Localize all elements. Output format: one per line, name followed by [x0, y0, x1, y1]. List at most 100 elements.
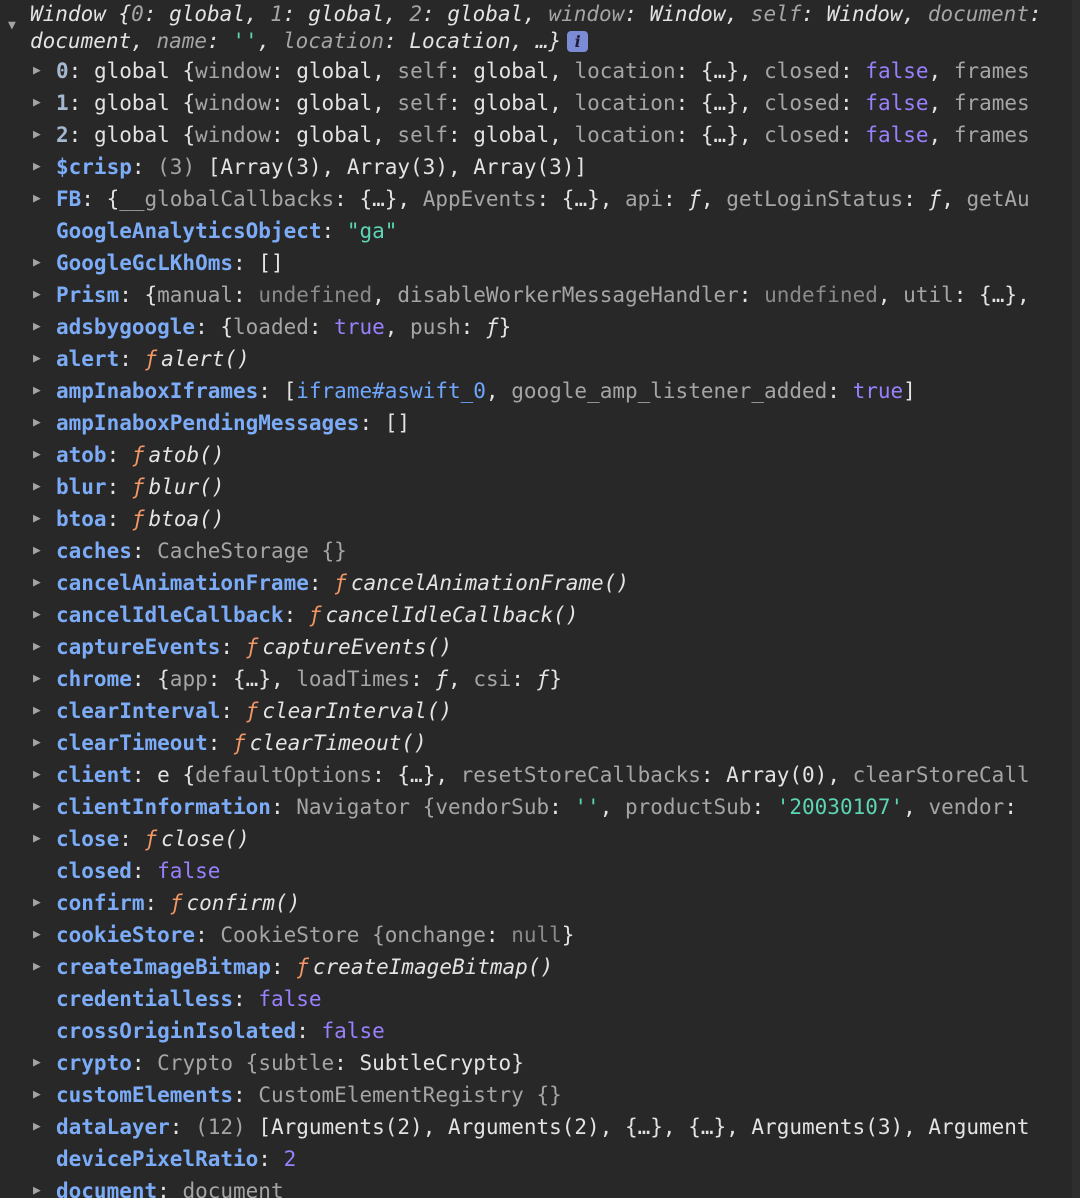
expand-triangle-icon[interactable]: ▶	[33, 55, 41, 87]
property-row-atob[interactable]: ▶ atob: ƒ atob()	[0, 439, 1072, 471]
scrollbar-thumb[interactable]	[1072, 0, 1080, 1198]
property-row-captureevents[interactable]: ▶ captureEvents: ƒ captureEvents()	[0, 631, 1072, 663]
property-row-cookiestore[interactable]: ▶ cookieStore: CookieStore {onchange: nul…	[0, 919, 1072, 951]
property-row-confirm[interactable]: ▶ confirm: ƒ confirm()	[0, 887, 1072, 919]
property-row-1[interactable]: ▶ 1: global {window: global, self: global…	[0, 87, 1072, 119]
property-row-googleanalyticsobject[interactable]: GoogleAnalyticsObject: "ga"	[0, 215, 1072, 247]
preview-value: '20030107'	[776, 795, 904, 819]
expand-triangle-icon[interactable]: ▶	[33, 535, 41, 567]
property-row-clientinformation[interactable]: ▶ clientInformation: Navigator {vendorSub…	[0, 791, 1072, 823]
preview-value: {…}	[359, 187, 398, 211]
expand-triangle-icon[interactable]: ▶	[33, 791, 41, 823]
preview-key: google_amp_listener_added	[511, 379, 828, 403]
expand-triangle-icon[interactable]: ▶	[33, 567, 41, 599]
preview-key: disableWorkerMessageHandler	[397, 283, 739, 307]
expand-triangle-icon[interactable]: ▶	[33, 823, 41, 855]
property-row-close[interactable]: ▶ close: ƒ close()	[0, 823, 1072, 855]
vertical-scrollbar[interactable]	[1072, 0, 1080, 1198]
property-row-devicepixelratio[interactable]: devicePixelRatio: 2	[0, 1143, 1072, 1175]
property-row-closed[interactable]: closed: false	[0, 855, 1072, 887]
property-row-googlegclkhoms[interactable]: ▶ GoogleGcLKhOms: []	[0, 247, 1072, 279]
property-key: customElements	[56, 1083, 234, 1107]
property-row-cleartimeout[interactable]: ▶ clearTimeout: ƒ clearTimeout()	[0, 727, 1072, 759]
expand-triangle-icon[interactable]: ▶	[33, 439, 41, 471]
expand-triangle-icon[interactable]: ▶	[33, 919, 41, 951]
expand-triangle-icon[interactable]: ▶	[33, 87, 41, 119]
header-value-location: Location	[409, 29, 511, 53]
property-row-chrome[interactable]: ▶ chrome: {app: {…}, loadTimes: ƒ, csi: ƒ…	[0, 663, 1072, 695]
property-row-prism[interactable]: ▶ Prism: {manual: undefined, disableWorke…	[0, 279, 1072, 311]
expand-triangle-icon[interactable]: ▶	[33, 183, 41, 215]
function-icon: ƒ	[245, 635, 259, 659]
property-row-createimagebitmap[interactable]: ▶ createImageBitmap: ƒ createImageBitmap()	[0, 951, 1072, 983]
preview-value: global	[473, 91, 550, 115]
expand-triangle-icon[interactable]: ▶	[33, 247, 41, 279]
expand-triangle-icon[interactable]: ▶	[33, 279, 41, 311]
property-row-clearinterval[interactable]: ▶ clearInterval: ƒ clearInterval()	[0, 695, 1072, 727]
expand-triangle-icon[interactable]: ▶	[33, 375, 41, 407]
property-row-2[interactable]: ▶ 2: global {window: global, self: global…	[0, 119, 1072, 151]
expand-triangle-icon[interactable]: ▶	[33, 1047, 41, 1079]
expand-triangle-icon[interactable]: ▶	[33, 151, 41, 183]
expand-triangle-icon[interactable]: ▶	[33, 503, 41, 535]
property-value: false	[157, 859, 221, 883]
property-key: blur	[56, 475, 107, 499]
expand-triangle-icon[interactable]: ▶	[33, 343, 41, 375]
preview-key: loaded	[233, 315, 309, 339]
property-row-blur[interactable]: ▶ blur: ƒ blur()	[0, 471, 1072, 503]
preview-key: frames	[953, 123, 1030, 147]
property-row-btoa[interactable]: ▶ btoa: ƒ btoa()	[0, 503, 1072, 535]
property-row-datalayer[interactable]: ▶ dataLayer: (12) [Arguments(2), Argument…	[0, 1111, 1072, 1143]
expand-triangle-icon[interactable]: ▶	[33, 695, 41, 727]
expand-triangle-icon[interactable]: ▶	[33, 471, 41, 503]
expand-triangle-icon[interactable]: ▶	[33, 407, 41, 439]
expand-triangle-icon[interactable]: ▶	[33, 119, 41, 151]
expand-triangle-icon[interactable]: ▶	[33, 631, 41, 663]
property-key: 0	[56, 59, 69, 83]
property-key: clearInterval	[56, 699, 221, 723]
preview-value: SubtleCrypto	[359, 1051, 512, 1075]
property-row-crypto[interactable]: ▶ crypto: Crypto {subtle: SubtleCrypto}	[0, 1047, 1072, 1079]
expand-triangle-icon[interactable]: ▶	[33, 1079, 41, 1111]
expand-triangle-icon[interactable]: ▶	[33, 951, 41, 983]
preview-value: null	[511, 923, 562, 947]
property-row-ampinaboxpendingmessages[interactable]: ▶ ampInaboxPendingMessages: []	[0, 407, 1072, 439]
property-row-adsbygoogle[interactable]: ▶ adsbygoogle: {loaded: true, push: ƒ}	[0, 311, 1072, 343]
property-key: btoa	[56, 507, 107, 531]
collapse-triangle-icon[interactable]: ▼	[8, 12, 16, 39]
preview-key: app	[169, 667, 208, 691]
property-value: CustomElementRegistry {}	[258, 1083, 562, 1107]
property-row-credentialless[interactable]: credentialless: false	[0, 983, 1072, 1015]
expand-triangle-icon[interactable]: ▶	[33, 1111, 41, 1143]
property-row-cancelanimationframe[interactable]: ▶ cancelAnimationFrame: ƒ cancelAnimationF…	[0, 567, 1072, 599]
function-icon: ƒ	[144, 827, 158, 851]
expand-triangle-icon[interactable]: ▶	[33, 311, 41, 343]
property-row-ampinaboxiframes[interactable]: ▶ ampInaboxIframes: [iframe#aswift_0, goo…	[0, 375, 1072, 407]
info-icon[interactable]: i	[567, 31, 589, 52]
function-signature: cancelAnimationFrame()	[350, 571, 629, 595]
property-row-fb[interactable]: ▶ FB: {__globalCallbacks: {…}, AppEvents:…	[0, 183, 1072, 215]
class-name: Crypto {	[157, 1051, 259, 1075]
preview-key: getLoginStatus	[726, 187, 904, 211]
property-row-crisp[interactable]: ▶ $crisp: (3) [Array(3), Array(3), Array(…	[0, 151, 1072, 183]
property-row-crossoriginisolated[interactable]: crossOriginIsolated: false	[0, 1015, 1072, 1047]
expand-triangle-icon[interactable]: ▶	[33, 887, 41, 919]
property-row-cancelidlecallback[interactable]: ▶ cancelIdleCallback: ƒ cancelIdleCallback…	[0, 599, 1072, 631]
expand-triangle-icon[interactable]: ▶	[33, 599, 41, 631]
expand-triangle-icon[interactable]: ▶	[33, 759, 41, 791]
property-row-client[interactable]: ▶ client: e {defaultOptions: {…}, resetSt…	[0, 759, 1072, 791]
expand-triangle-icon[interactable]: ▶	[33, 727, 41, 759]
expand-triangle-icon[interactable]: ▶	[33, 1175, 41, 1198]
property-value: "ga"	[346, 219, 398, 243]
class-name: e {	[157, 763, 196, 787]
property-row-alert[interactable]: ▶ alert: ƒ alert()	[0, 343, 1072, 375]
property-row-0[interactable]: ▶ 0: global {window: global, self: global…	[0, 55, 1072, 87]
function-signature: btoa()	[148, 507, 225, 531]
expand-triangle-icon[interactable]: ▶	[33, 663, 41, 695]
property-key: ampInaboxIframes	[56, 379, 259, 403]
property-row-caches[interactable]: ▶ caches: CacheStorage {}	[0, 535, 1072, 567]
window-object-header[interactable]: ▼ Window {0: global, 1: global, 2: global…	[0, 0, 1072, 55]
property-row-customelements[interactable]: ▶ customElements: CustomElementRegistry {…	[0, 1079, 1072, 1111]
property-row-document[interactable]: ▶ document: document	[0, 1175, 1072, 1198]
preview-value: {…},	[979, 283, 1030, 307]
